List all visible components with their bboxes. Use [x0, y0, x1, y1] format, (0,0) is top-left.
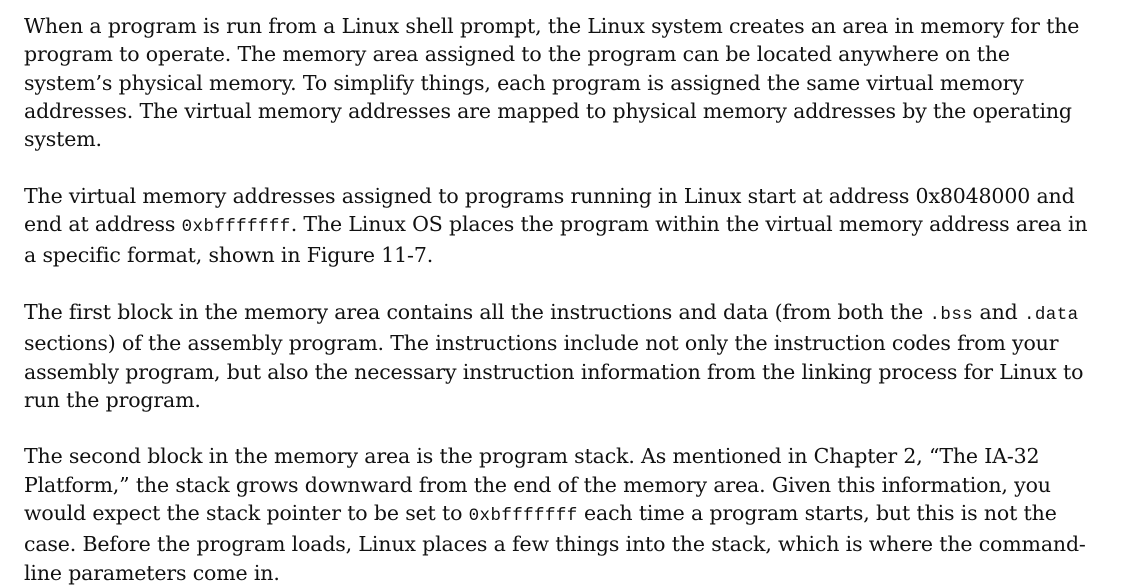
code-address-end: 0xbfffffff — [181, 217, 291, 238]
code-data-section: .data — [1023, 304, 1079, 325]
paragraph-first-block: The first block in the memory area conta… — [24, 298, 1099, 414]
paragraph-address-range: The virtual memory addresses assigned to… — [24, 182, 1099, 270]
document-page: When a program is run from a Linux shell… — [0, 0, 1139, 585]
paragraph-program-stack: The second block in the memory area is t… — [24, 442, 1099, 586]
paragraph-text: and — [973, 299, 1024, 324]
code-stack-pointer: 0xbfffffff — [468, 506, 578, 527]
paragraph-virtual-memory-intro: When a program is run from a Linux shell… — [24, 12, 1099, 153]
paragraph-text: When a program is run from a Linux shell… — [24, 14, 1080, 152]
code-bss-section: .bss — [929, 304, 974, 325]
paragraph-text: sections) of the assembly program. The i… — [24, 331, 1084, 412]
paragraph-text: The first block in the memory area conta… — [24, 299, 930, 324]
